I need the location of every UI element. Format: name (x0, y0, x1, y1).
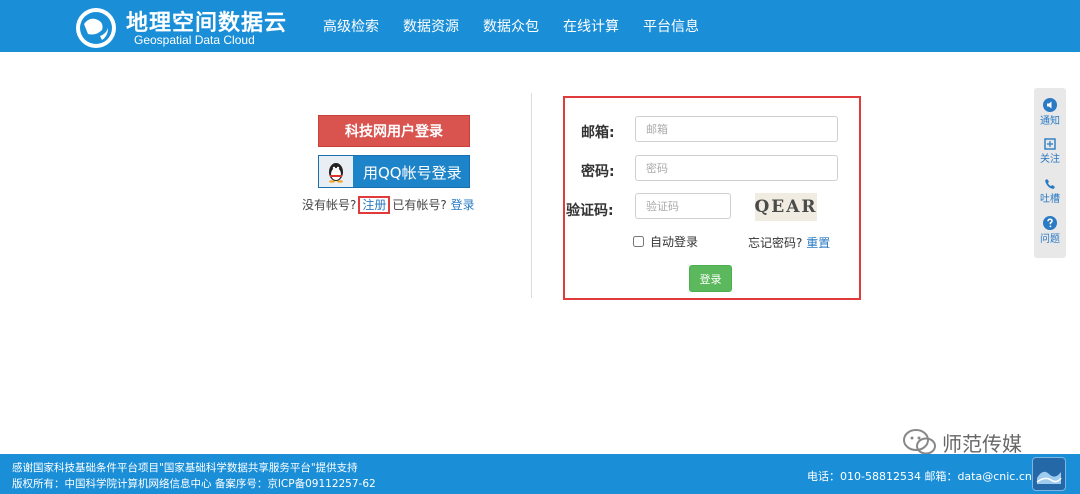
page-footer: 感谢国家科技基础条件平台项目"国家基础科学数据共享服务平台"提供支持 版权所有：… (0, 454, 1080, 494)
globe-logo-icon (76, 8, 116, 48)
captcha-label: 验证码: (566, 203, 614, 219)
side-tool-panel: 通知 关注 吐槽 问题 (1034, 88, 1066, 258)
register-link[interactable]: 注册 (358, 196, 391, 214)
footer-contact: 电话：010-58812534 邮箱：data@cnic.cn (807, 470, 1032, 483)
login-form: 邮箱: 密码: 验证码: QEAR 自动登录 忘记密码? 重置 登录 (563, 96, 861, 300)
footer-badge-icon (1032, 457, 1066, 491)
main-nav: 高级检索 数据资源 数据众包 在线计算 平台信息 (323, 0, 723, 52)
account-links: 没有帐号? 注册 已有帐号? 登录 (302, 196, 475, 214)
side-feedback-label: 吐槽 (1040, 194, 1060, 205)
side-notice-label: 通知 (1040, 116, 1060, 127)
top-header: 地理空间数据云 Geospatial Data Cloud 高级检索 数据资源 … (0, 0, 1080, 52)
nav-platform-info[interactable]: 平台信息 (643, 16, 699, 36)
qq-login-label: 用QQ帐号登录 (363, 164, 462, 182)
site-logo[interactable]: 地理空间数据云 Geospatial Data Cloud (74, 4, 304, 48)
email-input[interactable] (635, 116, 838, 142)
submit-login-button[interactable]: 登录 (689, 265, 732, 292)
speaker-icon (1043, 98, 1057, 112)
side-feedback[interactable]: 吐槽 (1034, 178, 1066, 205)
password-input[interactable] (635, 155, 838, 181)
phone-icon (1045, 179, 1055, 189)
footer-acknowledgement: 感谢国家科技基础条件平台项目"国家基础科学数据共享服务平台"提供支持 (12, 462, 358, 474)
login-link[interactable]: 登录 (451, 198, 475, 212)
password-label: 密码: (581, 164, 615, 180)
forgot-password: 忘记密码? 重置 (748, 234, 830, 251)
have-account-text: 已有帐号? (392, 198, 447, 212)
watermark-text: 师范传媒 (942, 432, 1022, 456)
cstnet-login-button[interactable]: 科技网用户登录 (318, 115, 470, 147)
wechat-icon (903, 429, 936, 455)
reset-password-link[interactable]: 重置 (806, 236, 830, 250)
nav-advanced-search[interactable]: 高级检索 (323, 16, 379, 36)
logo-title-en: Geospatial Data Cloud (134, 33, 255, 47)
auto-login-checkbox[interactable]: 自动登录 (633, 233, 698, 250)
nav-data-resources[interactable]: 数据资源 (403, 16, 459, 36)
question-icon (1043, 216, 1057, 230)
side-question[interactable]: 问题 (1034, 216, 1066, 245)
footer-copyright: 版权所有：中国科学院计算机网络信息中心 备案序号：京ICP备09112257-6… (12, 478, 376, 490)
side-notice[interactable]: 通知 (1034, 98, 1066, 127)
captcha-input[interactable] (635, 193, 731, 219)
follow-icon (1044, 138, 1056, 150)
nav-online-compute[interactable]: 在线计算 (563, 16, 619, 36)
email-label: 邮箱: (581, 125, 615, 141)
forgot-password-text: 忘记密码? (748, 236, 803, 250)
qq-penguin-icon (319, 156, 353, 187)
side-question-label: 问题 (1040, 234, 1060, 245)
captcha-image[interactable]: QEAR (754, 193, 817, 221)
nav-crowdsourcing[interactable]: 数据众包 (483, 16, 539, 36)
auto-login-label: 自动登录 (650, 235, 699, 249)
no-account-text: 没有帐号? (302, 198, 357, 212)
vertical-divider (531, 93, 532, 298)
qq-login-button[interactable]: 用QQ帐号登录 (318, 155, 470, 188)
side-follow-label: 关注 (1040, 154, 1060, 165)
side-follow[interactable]: 关注 (1034, 138, 1066, 165)
auto-login-check[interactable] (633, 236, 644, 247)
